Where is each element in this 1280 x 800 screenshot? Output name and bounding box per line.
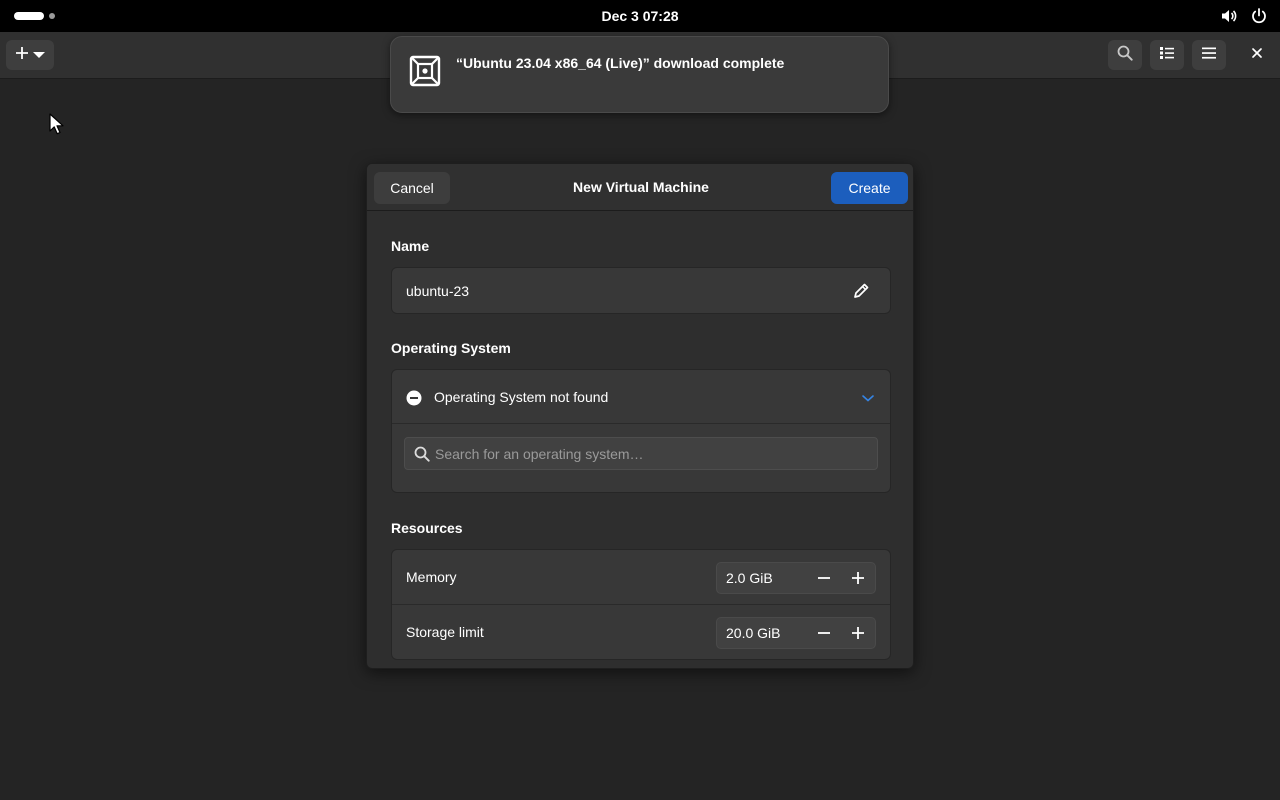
- storage-decrease-button[interactable]: [807, 618, 841, 648]
- cancel-button[interactable]: Cancel: [374, 172, 450, 204]
- plus-icon: [15, 46, 29, 65]
- close-window-button[interactable]: [1240, 40, 1274, 70]
- memory-value[interactable]: 2.0 GiB: [726, 563, 773, 593]
- os-selector-card: Operating System not found: [391, 369, 891, 493]
- memory-decrease-button[interactable]: [807, 563, 841, 593]
- main-menu-button[interactable]: [1192, 40, 1226, 70]
- minus-icon: [818, 632, 830, 634]
- memory-row: Memory 2.0 GiB: [392, 550, 890, 605]
- new-vm-dialog: Cancel New Virtual Machine Create Name u…: [366, 163, 914, 669]
- view-toggle-button[interactable]: [1150, 40, 1184, 70]
- notification-message: “Ubuntu 23.04 x86_64 (Live)” download co…: [456, 55, 785, 71]
- edit-pencil-icon[interactable]: [852, 282, 870, 300]
- os-search-box[interactable]: [404, 437, 878, 470]
- virtual-machine-icon: [408, 54, 442, 88]
- search-button[interactable]: [1108, 40, 1142, 70]
- resources-card: Memory 2.0 GiB Storage limit 20.0 GiB: [391, 549, 891, 660]
- name-value[interactable]: ubuntu-23: [406, 268, 469, 314]
- list-view-icon: [1159, 45, 1175, 66]
- storage-value[interactable]: 20.0 GiB: [726, 618, 780, 648]
- plus-icon: [852, 627, 864, 639]
- os-status-text: Operating System not found: [434, 389, 609, 405]
- clock-label[interactable]: Dec 3 07:28: [593, 4, 686, 28]
- name-section-label: Name: [391, 238, 430, 254]
- name-field[interactable]: ubuntu-23: [391, 267, 891, 314]
- close-icon: [1251, 46, 1263, 64]
- hamburger-menu-icon: [1201, 45, 1217, 66]
- storage-increase-button[interactable]: [841, 618, 875, 648]
- memory-increase-button[interactable]: [841, 563, 875, 593]
- dialog-header: Cancel New Virtual Machine Create: [367, 164, 913, 211]
- plus-icon: [852, 572, 864, 584]
- volume-icon[interactable]: [1220, 7, 1238, 25]
- minus-icon: [818, 577, 830, 579]
- power-icon[interactable]: [1250, 7, 1268, 25]
- storage-label: Storage limit: [406, 624, 484, 640]
- system-top-bar: Dec 3 07:28: [0, 0, 1280, 32]
- mouse-pointer-icon: [49, 113, 65, 135]
- chevron-down-icon[interactable]: [860, 390, 876, 406]
- search-icon: [414, 446, 430, 462]
- activities-indicator[interactable]: [14, 11, 64, 21]
- workspace-active-pill: [14, 12, 44, 20]
- storage-row: Storage limit 20.0 GiB: [392, 605, 890, 660]
- os-search-input[interactable]: [435, 438, 865, 469]
- dropdown-arrow-icon: [33, 46, 45, 64]
- new-vm-menu-button[interactable]: [6, 40, 54, 70]
- memory-spinbutton[interactable]: 2.0 GiB: [716, 562, 876, 594]
- storage-spinbutton[interactable]: 20.0 GiB: [716, 617, 876, 649]
- workspace-inactive-dot: [49, 13, 55, 19]
- clock-area: Dec 3 07:28: [0, 0, 1280, 32]
- os-section-label: Operating System: [391, 340, 511, 356]
- memory-label: Memory: [406, 569, 457, 585]
- search-icon: [1117, 45, 1133, 66]
- create-button[interactable]: Create: [831, 172, 908, 204]
- resources-section-label: Resources: [391, 520, 463, 536]
- not-found-status-icon: [406, 390, 422, 406]
- download-notification[interactable]: “Ubuntu 23.04 x86_64 (Live)” download co…: [390, 36, 889, 113]
- os-expander-row[interactable]: Operating System not found: [392, 370, 890, 424]
- system-tray[interactable]: [1220, 7, 1268, 25]
